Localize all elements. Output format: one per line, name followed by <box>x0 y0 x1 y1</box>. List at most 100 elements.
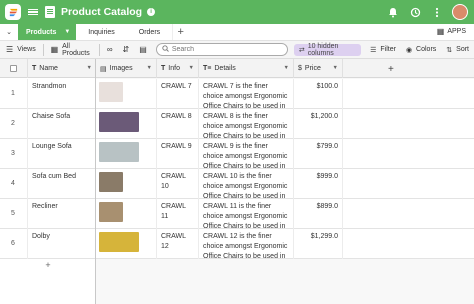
row-height-button[interactable]: ⇵ <box>118 41 135 59</box>
table-row[interactable]: 5 Recliner <box>0 199 95 229</box>
apps-button[interactable]: ▦ APPS <box>437 27 466 36</box>
cell-images[interactable] <box>96 229 157 259</box>
cell-images[interactable] <box>96 109 157 139</box>
column-header-name[interactable]: T Name ▼ <box>28 59 96 78</box>
column-header-images[interactable]: ▤ Images ▼ <box>96 59 157 78</box>
cell-name[interactable]: Strandmon <box>28 79 96 109</box>
cell-info[interactable]: CRAWL 8 <box>157 109 199 139</box>
cell-info[interactable]: CRAWL 7 <box>157 79 199 109</box>
cell-images[interactable] <box>96 169 157 199</box>
tab-orders[interactable]: Orders <box>127 24 172 40</box>
product-thumbnail[interactable] <box>99 112 139 132</box>
avatar[interactable] <box>452 4 468 20</box>
table-row[interactable]: CRAWL 10 CRAWL 10 is the finer choice amo… <box>96 169 474 199</box>
cell-name[interactable]: Lounge Sofa <box>28 139 96 169</box>
table-row[interactable]: CRAWL 12 CRAWL 12 is the finer choice amo… <box>96 229 474 259</box>
add-row-button[interactable]: + <box>0 258 96 272</box>
bell-icon[interactable] <box>386 5 400 19</box>
cell-images[interactable] <box>96 199 157 229</box>
cell-details[interactable]: CRAWL 12 is the finer choice amongst Erg… <box>199 229 294 259</box>
view-name: All Products <box>62 42 90 57</box>
search-field[interactable] <box>155 43 288 56</box>
table-row[interactable]: 1 Strandmon <box>0 79 95 109</box>
table-row[interactable]: 3 Lounge Sofa <box>0 139 95 169</box>
cell-price[interactable]: $899.0 <box>294 199 343 229</box>
views-button[interactable]: ☰ Views <box>0 41 41 59</box>
colors-button[interactable]: ◉ Colors <box>401 41 441 59</box>
hide-icon: ⇄ <box>298 46 305 54</box>
chevron-down-icon[interactable]: ▼ <box>64 29 70 35</box>
table-row[interactable]: 2 Chaise Sofa <box>0 109 95 139</box>
history-icon[interactable] <box>408 5 422 19</box>
chevron-down-icon[interactable]: ⌄ <box>0 24 18 40</box>
add-column-button[interactable]: + <box>388 64 394 75</box>
cell-name[interactable]: Dolby <box>28 229 96 259</box>
cell-info[interactable]: CRAWL 10 <box>157 169 199 199</box>
select-all-header[interactable] <box>0 59 28 78</box>
table-row[interactable]: CRAWL 8 CRAWL 8 is the finer choice among… <box>96 109 474 139</box>
cell-name[interactable]: Recliner <box>28 199 96 229</box>
cell-name[interactable]: Sofa cum Bed <box>28 169 96 199</box>
sort-label: Sort <box>456 46 469 53</box>
add-table-icon[interactable]: + <box>172 24 188 40</box>
chevron-down-icon[interactable]: ▼ <box>284 65 289 71</box>
hidden-columns-button[interactable]: ⇄ 10 hidden columns <box>293 43 362 57</box>
hamburger-menu-icon[interactable] <box>27 6 39 18</box>
table-row[interactable]: 6 Dolby <box>0 229 95 259</box>
more-icon[interactable] <box>430 5 444 19</box>
search-input[interactable] <box>171 46 282 53</box>
table-row[interactable]: 4 Sofa cum Bed <box>0 169 95 199</box>
product-thumbnail[interactable] <box>99 142 139 162</box>
chevron-down-icon[interactable]: ▼ <box>87 65 92 71</box>
cell-images[interactable] <box>96 139 157 169</box>
select-all-checkbox[interactable] <box>10 65 17 72</box>
view-selector[interactable]: ▦ All Products <box>46 41 97 59</box>
table-row[interactable]: CRAWL 9 CRAWL 9 is the finer choice among… <box>96 139 474 169</box>
info-icon[interactable]: i <box>147 8 156 16</box>
cell-details[interactable]: CRAWL 10 is the finer choice amongst Erg… <box>199 169 294 199</box>
product-thumbnail[interactable] <box>99 82 123 102</box>
cell-details[interactable]: CRAWL 11 is the finer choice amongst Erg… <box>199 199 294 229</box>
column-header-info[interactable]: T Info ▼ <box>157 59 199 78</box>
long-text-icon: T≡ <box>203 65 212 72</box>
print-icon: ▤ <box>139 45 147 54</box>
cell-details[interactable]: CRAWL 9 is the finer choice amongst Ergo… <box>199 139 294 169</box>
cell-details[interactable]: CRAWL 7 is the finer choice amongst Ergo… <box>199 79 294 109</box>
column-header-details[interactable]: T≡ Details ▼ <box>199 59 294 78</box>
filter-button[interactable]: ☰ Filter <box>365 41 401 59</box>
cell-info[interactable]: CRAWL 11 <box>157 199 199 229</box>
chevron-down-icon[interactable]: ▼ <box>147 65 152 71</box>
chevron-down-icon[interactable]: ▼ <box>333 65 338 71</box>
cell-price[interactable]: $1,299.0 <box>294 229 343 259</box>
table-doc-icon <box>45 6 55 18</box>
cell-name[interactable]: Chaise Sofa <box>28 109 96 139</box>
print-button[interactable]: ▤ <box>134 41 152 59</box>
tab-inquiries[interactable]: Inquiries <box>76 24 126 40</box>
chevron-down-icon[interactable]: ▼ <box>189 65 194 71</box>
cell-images[interactable] <box>96 79 157 109</box>
cell-info[interactable]: CRAWL 9 <box>157 139 199 169</box>
cell-info[interactable]: CRAWL 12 <box>157 229 199 259</box>
cell-details[interactable]: CRAWL 8 is the finer choice amongst Ergo… <box>199 109 294 139</box>
view-toolbar: ☰ Views ▦ All Products ∞ ⇵ ▤ ⇄ 10 hidden… <box>0 41 474 59</box>
table-row[interactable]: CRAWL 11 CRAWL 11 is the finer choice amo… <box>96 199 474 229</box>
share-button[interactable]: ∞ <box>102 41 118 59</box>
product-thumbnail[interactable] <box>99 232 139 252</box>
cell-price[interactable]: $799.0 <box>294 139 343 169</box>
text-field-icon: T <box>32 65 37 72</box>
row-number: 2 <box>0 109 28 139</box>
column-header-price[interactable]: $ Price ▼ <box>294 59 343 78</box>
table-row[interactable]: CRAWL 7 CRAWL 7 is the finer choice among… <box>96 79 474 109</box>
tab-products[interactable]: Products ▼ <box>18 24 77 40</box>
table-tabs: ⌄ Products ▼ Inquiries Orders + ▦ APPS <box>0 24 474 41</box>
product-thumbnail[interactable] <box>99 172 123 192</box>
app-logo-icon[interactable] <box>5 4 21 20</box>
cell-price[interactable]: $100.0 <box>294 79 343 109</box>
cell-price[interactable]: $1,200.0 <box>294 109 343 139</box>
column-label: Info <box>168 65 180 72</box>
cell-price[interactable]: $999.0 <box>294 169 343 199</box>
product-thumbnail[interactable] <box>99 202 123 222</box>
row-number: 6 <box>0 229 28 259</box>
sort-button[interactable]: ⇅ Sort <box>441 41 474 59</box>
currency-icon: $ <box>298 65 302 72</box>
